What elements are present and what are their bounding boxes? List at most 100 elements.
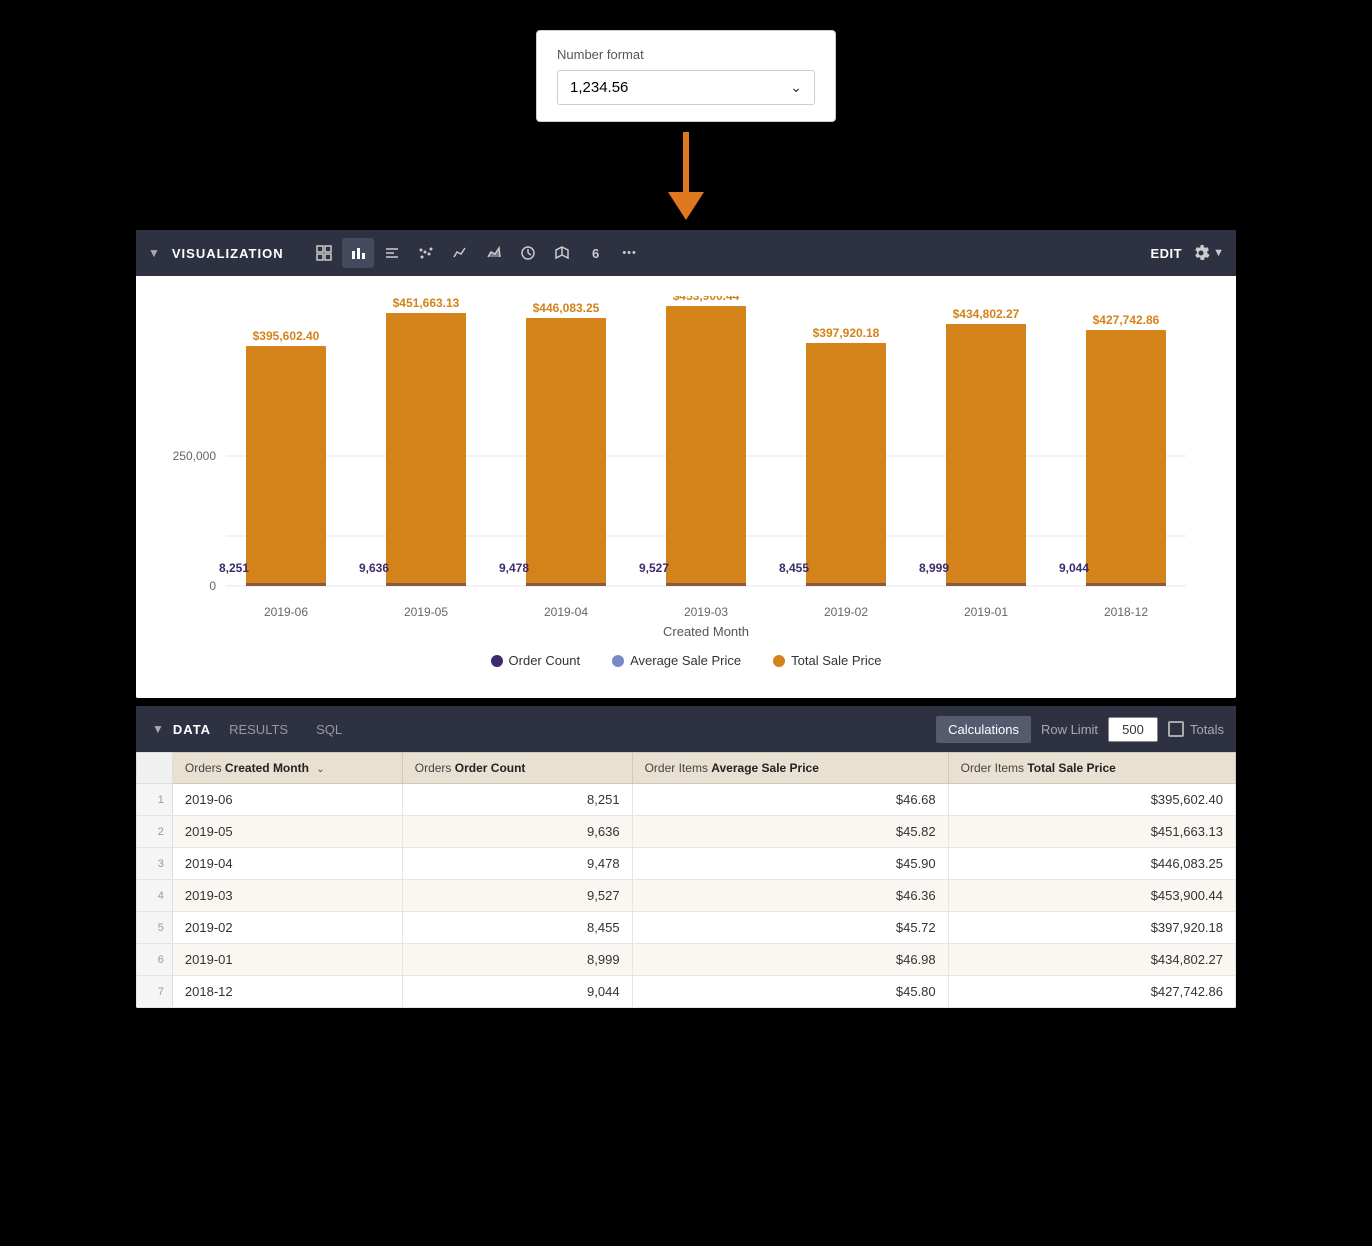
bar-2019-06[interactable] (246, 346, 326, 586)
cell-month: 2019-04 (172, 848, 402, 880)
cell-avg-price: $45.72 (632, 912, 948, 944)
svg-text:$397,920.18: $397,920.18 (813, 326, 880, 340)
chevron-down-icon: ⌄ (790, 79, 802, 96)
table-row: 6 2019-01 8,999 $46.98 $434,802.27 (137, 944, 1236, 976)
bar-2019-03[interactable] (666, 306, 746, 586)
sort-arrow-icon[interactable]: ⌄ (316, 764, 324, 775)
table-header-row: Orders Created Month ⌄ Orders Order Coun… (137, 753, 1236, 784)
table-body: 1 2019-06 8,251 $46.68 $395,602.40 2 201… (137, 784, 1236, 1008)
legend-order-count: Order Count (491, 653, 581, 668)
scatter-icon-btn[interactable] (410, 238, 442, 268)
total-price-dot (773, 655, 785, 667)
bar-chart-svg: 250,000 0 $395,602.40 8,251 $451,663.13 … (166, 296, 1206, 636)
row-limit-input[interactable] (1108, 717, 1158, 742)
number-icon-label: 6 (592, 246, 599, 261)
svg-text:Created Month: Created Month (663, 624, 749, 636)
cell-month: 2019-02 (172, 912, 402, 944)
viz-header: ▼ VISUALIZATION (136, 230, 1236, 276)
area-icon-btn[interactable] (478, 238, 510, 268)
cell-total-price: $446,083.25 (948, 848, 1235, 880)
cell-avg-price: $46.98 (632, 944, 948, 976)
row-limit-label: Row Limit (1041, 722, 1098, 737)
viz-header-right: EDIT ▼ (1150, 244, 1224, 262)
bar-2018-12[interactable] (1086, 330, 1166, 586)
svg-text:9,636: 9,636 (359, 561, 389, 575)
svg-text:9,044: 9,044 (1059, 561, 1089, 575)
totals-control[interactable]: Totals (1168, 721, 1224, 737)
svg-text:2019-02: 2019-02 (824, 605, 868, 619)
viz-collapse-icon[interactable]: ▼ (148, 246, 160, 260)
more-icon-label: ••• (622, 247, 637, 259)
data-header-right: Calculations Row Limit Totals (936, 716, 1224, 743)
bar-chart-icon-btn[interactable] (342, 238, 374, 268)
number-format-label: Number format (557, 47, 815, 62)
cell-avg-price: $45.90 (632, 848, 948, 880)
svg-text:2019-04: 2019-04 (544, 605, 588, 619)
edit-button[interactable]: EDIT (1150, 246, 1182, 261)
cell-count: 8,999 (402, 944, 632, 976)
totals-checkbox[interactable] (1168, 721, 1184, 737)
col-header-total[interactable]: Order Items Total Sale Price (948, 753, 1235, 784)
row-number: 6 (137, 944, 173, 976)
cell-count: 9,044 (402, 976, 632, 1008)
col-total-bold: Total Sale Price (1027, 761, 1115, 775)
cell-month: 2019-06 (172, 784, 402, 816)
map-icon-btn[interactable] (546, 238, 578, 268)
cell-total-price: $453,900.44 (948, 880, 1235, 912)
col-header-count[interactable]: Orders Order Count (402, 753, 632, 784)
table-row: 4 2019-03 9,527 $46.36 $453,900.44 (137, 880, 1236, 912)
total-price-label: Total Sale Price (791, 653, 881, 668)
svg-text:2019-03: 2019-03 (684, 605, 728, 619)
bar-2019-04[interactable] (526, 318, 606, 586)
clock-icon-btn[interactable] (512, 238, 544, 268)
svg-text:2018-12: 2018-12 (1104, 605, 1148, 619)
cell-total-price: $427,742.86 (948, 976, 1235, 1008)
legend-avg-price: Average Sale Price (612, 653, 741, 668)
calculations-button[interactable]: Calculations (936, 716, 1031, 743)
cell-month: 2019-01 (172, 944, 402, 976)
number-icon-btn[interactable]: 6 (580, 238, 612, 268)
table-icon-btn[interactable] (308, 238, 340, 268)
avg-price-label: Average Sale Price (630, 653, 741, 668)
cell-count: 9,636 (402, 816, 632, 848)
chart-legend: Order Count Average Sale Price Total Sal… (166, 641, 1206, 688)
viz-toolbar: 6 ••• (308, 238, 1143, 268)
number-format-select[interactable]: 1,234.56 ⌄ (557, 70, 815, 105)
svg-text:$434,802.27: $434,802.27 (953, 307, 1020, 321)
svg-text:2019-01: 2019-01 (964, 605, 1008, 619)
order-count-dot (491, 655, 503, 667)
row-number: 4 (137, 880, 173, 912)
table-row: 5 2019-02 8,455 $45.72 $397,920.18 (137, 912, 1236, 944)
svg-text:8,455: 8,455 (779, 561, 809, 575)
data-tab-sql[interactable]: SQL (302, 706, 356, 752)
cell-avg-price: $46.36 (632, 880, 948, 912)
cell-count: 8,455 (402, 912, 632, 944)
data-tab-results[interactable]: RESULTS (215, 706, 302, 752)
align-icon-btn[interactable] (376, 238, 408, 268)
svg-text:8,251: 8,251 (219, 561, 249, 575)
bar-2019-02[interactable] (806, 343, 886, 586)
data-tab-active[interactable]: ▼ DATA (148, 706, 215, 752)
svg-text:$395,602.40: $395,602.40 (253, 329, 320, 343)
data-table: Orders Created Month ⌄ Orders Order Coun… (136, 752, 1236, 1008)
data-header: ▼ DATA RESULTS SQL Calculations Row Limi… (136, 706, 1236, 752)
col-avg-bold: Average Sale Price (711, 761, 819, 775)
col-header-avg[interactable]: Order Items Average Sale Price (632, 753, 948, 784)
data-panel: ▼ DATA RESULTS SQL Calculations Row Limi… (136, 706, 1236, 1008)
order-count-label: Order Count (509, 653, 581, 668)
line-icon-btn[interactable] (444, 238, 476, 268)
row-number: 5 (137, 912, 173, 944)
cell-total-price: $434,802.27 (948, 944, 1235, 976)
cell-month: 2018-12 (172, 976, 402, 1008)
svg-text:$446,083.25: $446,083.25 (533, 301, 600, 315)
down-arrow (668, 132, 704, 220)
col-count-top: Orders (415, 761, 455, 775)
settings-button[interactable]: ▼ (1192, 244, 1224, 262)
bar-2019-05[interactable] (386, 313, 466, 586)
cell-avg-price: $45.82 (632, 816, 948, 848)
bar-2019-01[interactable] (946, 324, 1026, 586)
svg-text:250,000: 250,000 (173, 449, 217, 463)
svg-text:2019-05: 2019-05 (404, 605, 448, 619)
col-header-month[interactable]: Orders Created Month ⌄ (172, 753, 402, 784)
more-icon-btn[interactable]: ••• (614, 238, 646, 268)
